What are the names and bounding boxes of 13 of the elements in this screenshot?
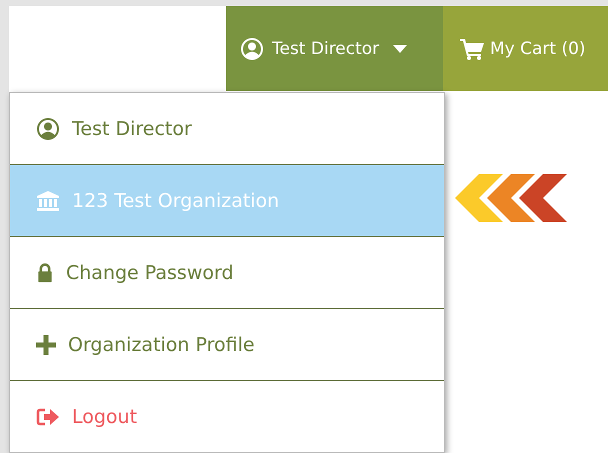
- menu-item[interactable]: Organization Profile: [10, 309, 444, 381]
- plus-icon: [36, 334, 56, 354]
- user-icon: [36, 116, 60, 140]
- menu-item[interactable]: Change Password: [10, 237, 444, 309]
- logout-icon: [36, 406, 60, 426]
- lock-icon: [36, 262, 54, 282]
- user-menu-button[interactable]: Test Director: [226, 6, 443, 91]
- cart-button[interactable]: My Cart (0): [443, 6, 608, 91]
- menu-item[interactable]: Logout: [10, 381, 444, 452]
- bank-icon: [36, 188, 60, 212]
- user-icon: [240, 36, 264, 60]
- caret-down-icon: [393, 44, 408, 52]
- cart-icon: [460, 38, 484, 60]
